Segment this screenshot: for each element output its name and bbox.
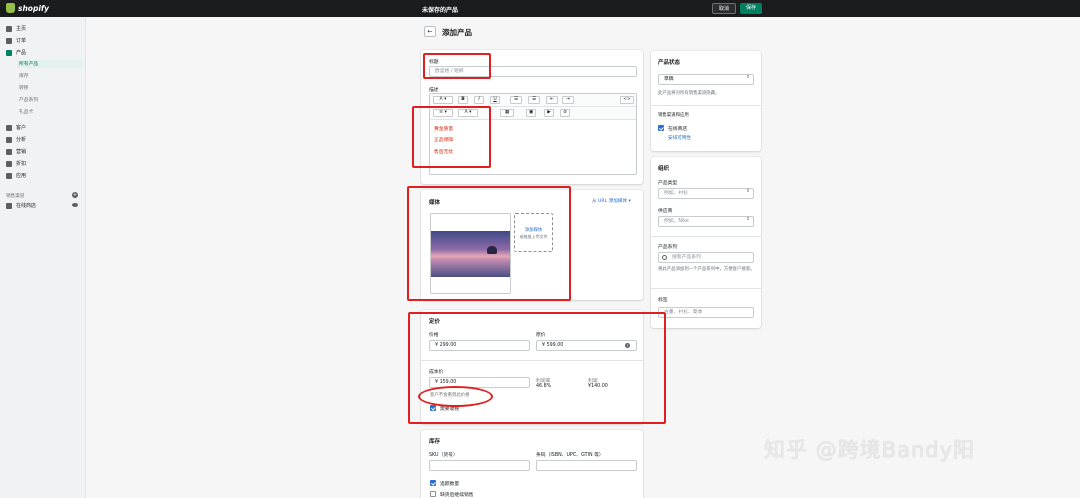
status-hint: 此产品将对所有销售渠道隐藏。	[658, 91, 720, 96]
sku-input[interactable]	[429, 460, 530, 471]
status-select[interactable]: 草稿	[658, 74, 754, 85]
logo-text: shopify	[18, 3, 50, 13]
sidebar-subitem-transfers[interactable]: 转移	[19, 84, 29, 92]
table-dropdown[interactable]: ▦	[500, 109, 514, 117]
sidebar-subitem-collections[interactable]: 产品系列	[19, 96, 38, 104]
insert-video-icon[interactable]: ▶	[544, 109, 554, 117]
collections-search-input[interactable]: 搜索产品系列	[658, 252, 754, 263]
add-channel-plus-icon[interactable]: +	[72, 192, 78, 198]
eye-icon[interactable]	[72, 203, 78, 207]
sidebar-item-customers[interactable]: 客户	[6, 123, 26, 132]
watermark: 知乎 @跨境Bandy阳	[764, 438, 976, 462]
sidebar-item-apps[interactable]: 应用	[6, 171, 26, 180]
schedule-availability-link[interactable]: 安排可用性	[668, 135, 691, 141]
org-divider-1	[651, 236, 761, 237]
sidebar-item-products[interactable]: 产品	[6, 48, 26, 57]
sidebar-subitem-all-products[interactable]: 所有产品	[17, 60, 83, 68]
vendor-chevron-icon: ⇕	[746, 217, 750, 222]
indent-button[interactable]: ⇥	[562, 96, 574, 104]
barcode-input[interactable]	[536, 460, 637, 471]
underline-button[interactable]: U	[490, 96, 500, 104]
discount-icon	[6, 160, 12, 167]
page-title: 添加产品	[442, 28, 472, 37]
store-icon	[6, 202, 12, 209]
status-divider	[651, 105, 761, 106]
cancel-button[interactable]: 取消	[712, 3, 737, 14]
sidebar-item-discounts[interactable]: 折扣	[6, 159, 26, 168]
description-label: 描述	[429, 88, 439, 93]
megaphone-icon	[6, 148, 12, 155]
annotation-box-description	[412, 106, 491, 168]
status-chevron-icon: ⇕	[746, 75, 750, 80]
collections-label: 产品系列	[658, 245, 678, 250]
sidebar: 主页 订单 产品 所有产品 库存 转移 产品系列 礼品卡 客户 分析 营销 折扣…	[0, 17, 86, 498]
bold-button[interactable]: B	[458, 96, 468, 104]
shopify-bag-icon	[6, 3, 15, 13]
tags-input[interactable]: 古董、衬衫、夏季	[658, 307, 754, 318]
sidebar-item-analytics[interactable]: 分析	[6, 135, 26, 144]
track-quantity-checkbox[interactable]	[430, 480, 436, 486]
insert-image-icon[interactable]: ▣	[526, 109, 536, 117]
sales-channels-apps-label: 销售渠道和应用	[658, 113, 689, 118]
sidebar-item-orders[interactable]: 订单	[6, 36, 26, 45]
unsaved-product-title: 未保存的产品	[422, 7, 459, 14]
inventory-heading: 库存	[429, 439, 441, 445]
font-style-dropdown[interactable]: A ▾	[433, 96, 453, 104]
clear-format-icon[interactable]: ⊘	[560, 109, 570, 117]
track-quantity-label: 追踪数量	[440, 482, 460, 487]
sidebar-item-home[interactable]: 主页	[6, 24, 26, 33]
annotation-box-title	[423, 53, 491, 79]
annotation-oval-cost	[418, 386, 493, 407]
online-store-checkbox[interactable]	[658, 125, 664, 131]
home-icon	[6, 25, 12, 32]
sidebar-item-marketing[interactable]: 营销	[6, 147, 26, 156]
annotation-box-media	[407, 186, 571, 301]
shopify-logo[interactable]: shopify	[6, 3, 49, 13]
bullet-list-button[interactable]: ☰	[510, 96, 522, 104]
product-type-label: 产品类型	[658, 181, 678, 186]
customer-icon	[6, 124, 12, 131]
tag-icon	[6, 49, 12, 56]
sales-channels-label: 销售渠道	[6, 194, 25, 199]
sidebar-subitem-inventory[interactable]: 库存	[19, 72, 29, 80]
barcode-label: 条码（ISBN、UPC、GTIN 等）	[536, 453, 604, 458]
orders-icon	[6, 37, 12, 44]
product-status-heading: 产品状态	[658, 60, 681, 66]
continue-selling-checkbox[interactable]	[430, 491, 436, 497]
analytics-icon	[6, 136, 12, 143]
sku-label: SKU（货号）	[429, 453, 458, 458]
collections-hint: 将此产品添加到一个产品系列中，方便客户搜索。	[658, 267, 755, 272]
type-chevron-icon: ⇕	[746, 189, 750, 194]
vendor-input[interactable]: 例如，Nike	[658, 216, 754, 227]
italic-button[interactable]: I	[474, 96, 484, 104]
organization-heading: 组织	[658, 166, 670, 172]
save-button[interactable]: 保存	[740, 3, 763, 14]
top-bar: shopify 未保存的产品 取消 保存	[0, 0, 1080, 17]
add-media-from-url-link[interactable]: 从 URL 添加媒体 ▾	[592, 198, 631, 204]
vendor-label: 供应商	[658, 209, 673, 214]
numbered-list-button[interactable]: ☰	[528, 96, 540, 104]
search-icon	[662, 255, 667, 260]
org-divider-2	[651, 288, 761, 289]
continue-selling-label: 缺货后继续销售	[440, 493, 474, 498]
sidebar-subitem-gift-cards[interactable]: 礼品卡	[19, 108, 33, 116]
html-code-button[interactable]: <>	[620, 96, 634, 104]
online-store-label: 在线商店	[668, 127, 688, 132]
sidebar-item-online-store[interactable]: 在线商店	[6, 201, 36, 210]
apps-icon	[6, 172, 12, 179]
annotation-box-pricing	[408, 312, 666, 424]
product-type-input[interactable]: 例如，衬衫	[658, 188, 754, 199]
tags-label: 标签	[658, 298, 668, 303]
back-button[interactable]: ←	[424, 26, 436, 37]
outdent-button[interactable]: ⇤	[546, 96, 558, 104]
